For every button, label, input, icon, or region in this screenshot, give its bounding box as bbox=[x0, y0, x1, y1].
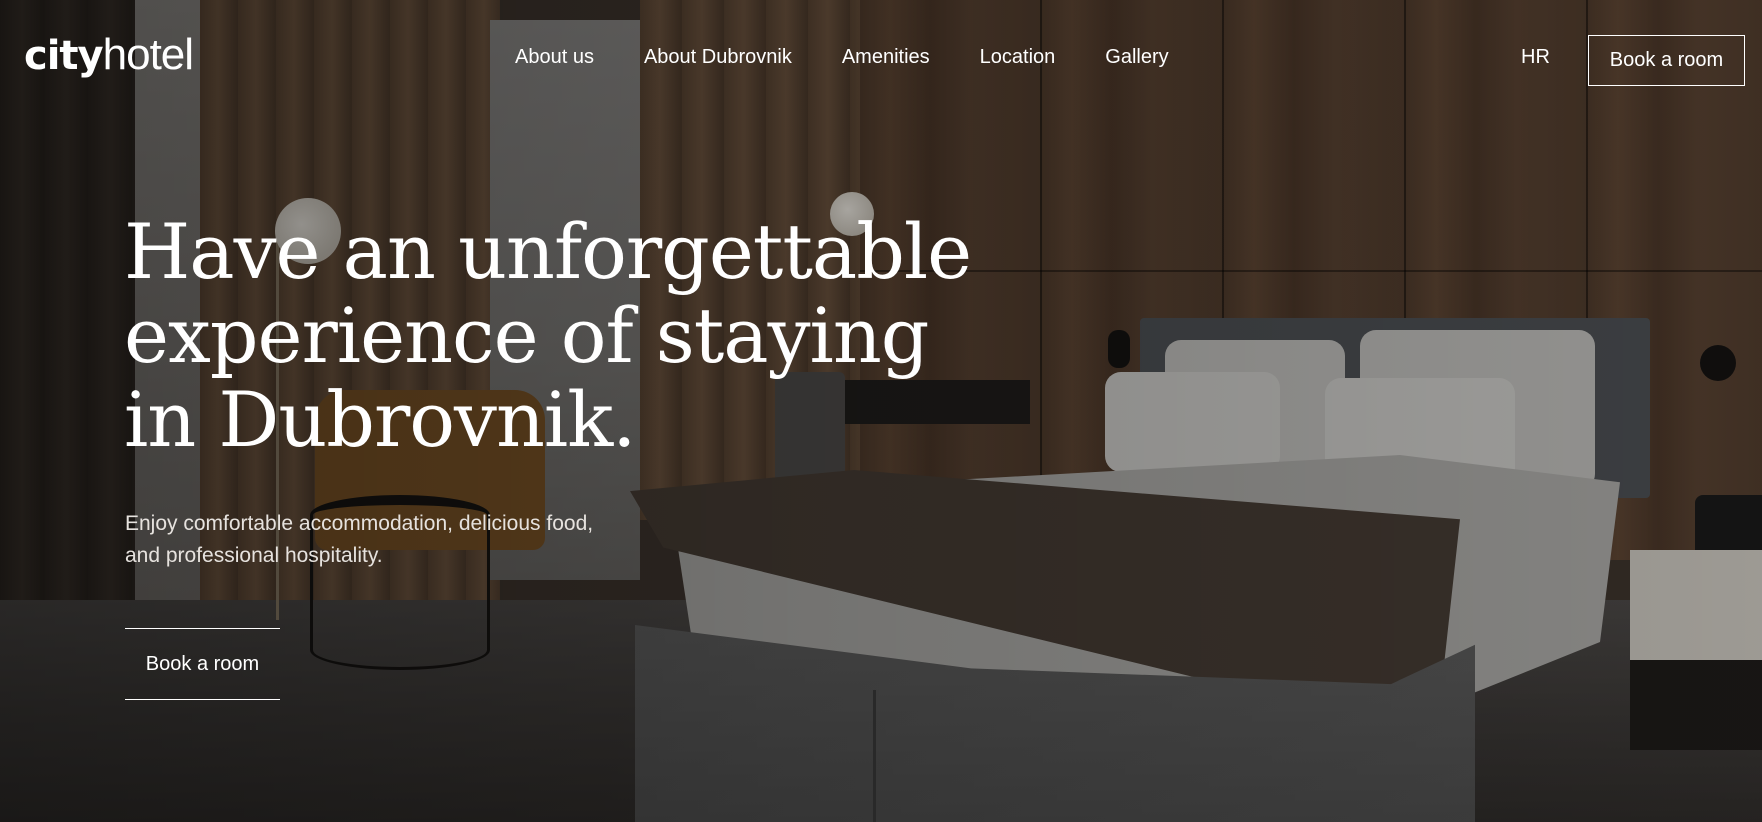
hero-book-room-button[interactable]: Book a room bbox=[125, 628, 280, 700]
hero-subtitle-line: Enjoy comfortable accommodation, delicio… bbox=[125, 512, 594, 535]
logo-text-light: hotel bbox=[102, 30, 194, 79]
hero-section: city hotel About us About Dubrovnik Amen… bbox=[0, 0, 1762, 822]
hero-title-line: in Dubrovnik. bbox=[124, 375, 636, 464]
nav-item-about-us[interactable]: About us bbox=[515, 46, 594, 69]
site-logo[interactable]: city hotel bbox=[24, 30, 194, 84]
nav-item-amenities[interactable]: Amenities bbox=[842, 46, 930, 69]
hero-title-line: Have an unforgettable bbox=[124, 207, 972, 296]
nav-item-location[interactable]: Location bbox=[980, 46, 1056, 69]
site-header: city hotel About us About Dubrovnik Amen… bbox=[0, 0, 1762, 120]
logo-text-bold: city bbox=[24, 33, 104, 79]
hero-title: Have an unforgettable experience of stay… bbox=[124, 210, 1024, 462]
header-book-room-button[interactable]: Book a room bbox=[1588, 35, 1745, 86]
hero-title-line: experience of staying bbox=[124, 291, 929, 380]
main-nav: About us About Dubrovnik Amenities Locat… bbox=[515, 46, 1219, 69]
hero-subtitle: Enjoy comfortable accommodation, delicio… bbox=[125, 508, 685, 572]
nav-item-about-dubrovnik[interactable]: About Dubrovnik bbox=[644, 46, 792, 69]
language-switch-link[interactable]: HR bbox=[1521, 46, 1550, 69]
nav-item-gallery[interactable]: Gallery bbox=[1105, 46, 1168, 69]
hero-subtitle-line: and professional hospitality. bbox=[125, 544, 383, 567]
